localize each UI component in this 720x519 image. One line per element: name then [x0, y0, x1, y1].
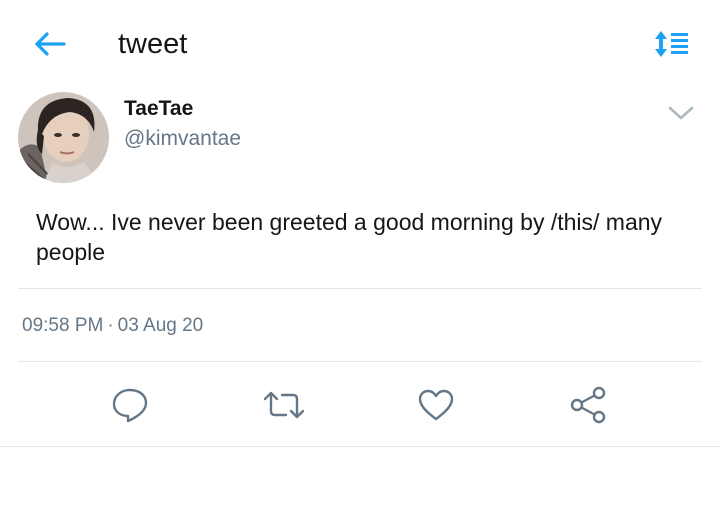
tweet-options-button[interactable]: [662, 98, 700, 128]
sort-toggle-button[interactable]: [650, 24, 694, 64]
divider: [18, 361, 702, 362]
heart-icon: [417, 388, 455, 422]
tweet-timestamp: 09:58 PM · 03 Aug 20: [22, 313, 203, 339]
author-display-name[interactable]: TaeTae: [124, 96, 193, 122]
back-button[interactable]: [28, 22, 72, 66]
divider: [0, 446, 720, 447]
sort-toggle-icon: [653, 30, 691, 58]
arrow-left-icon: [33, 31, 67, 57]
author-handle[interactable]: @kimvantae: [124, 126, 241, 152]
top-bar: tweet: [0, 0, 720, 86]
like-button[interactable]: [414, 383, 458, 427]
page-title: tweet: [118, 28, 188, 60]
retweet-icon: [262, 389, 306, 421]
divider: [18, 288, 702, 289]
tweet-date: 03 Aug 20: [117, 315, 204, 336]
timestamp-separator: ·: [107, 315, 114, 336]
share-button[interactable]: [566, 383, 610, 427]
tweet-text: Wow... Ive never been greeted a good mor…: [36, 209, 663, 265]
tweet-detail-screen: tweet TaeTae @kimvantae Wow... Ive never…: [0, 0, 720, 519]
reply-button[interactable]: [108, 383, 152, 427]
tweet-time: 09:58 PM: [22, 315, 104, 336]
chevron-down-icon: [667, 104, 695, 122]
reply-icon: [111, 387, 149, 423]
retweet-button[interactable]: [262, 383, 306, 427]
share-icon: [568, 386, 608, 424]
avatar[interactable]: [18, 92, 109, 183]
